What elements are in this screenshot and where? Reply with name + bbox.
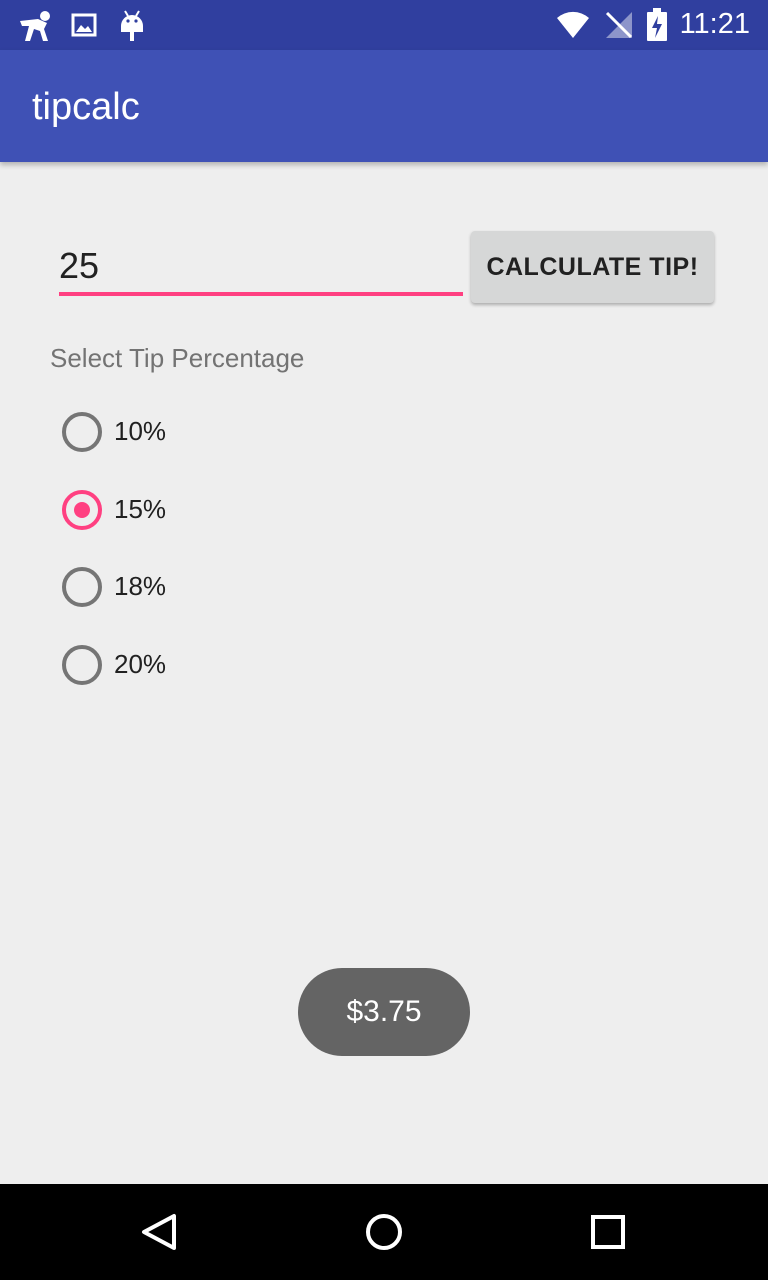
radio-option-18[interactable]: 18% bbox=[60, 565, 360, 613]
app-bar: tipcalc bbox=[0, 50, 768, 162]
radio-option-label: 15% bbox=[114, 494, 167, 524]
android-notification-icon bbox=[119, 9, 145, 48]
app-title: tipcalc bbox=[32, 86, 140, 128]
calculate-tip-button[interactable]: CALCULATE TIP! bbox=[471, 231, 714, 303]
status-bar: 11:21 bbox=[0, 0, 768, 50]
home-icon[interactable] bbox=[360, 1208, 408, 1256]
recents-icon[interactable] bbox=[584, 1208, 632, 1256]
bill-amount-input[interactable] bbox=[59, 240, 463, 296]
radio-option-20[interactable]: 20% bbox=[60, 643, 360, 691]
back-icon[interactable] bbox=[136, 1208, 184, 1256]
radio-button-icon bbox=[62, 567, 102, 607]
image-notification-icon bbox=[71, 13, 97, 42]
radio-option-label: 10% bbox=[114, 416, 167, 446]
radio-option-label: 20% bbox=[114, 649, 167, 679]
radio-button-icon bbox=[62, 645, 102, 685]
radio-option-10[interactable]: 10% bbox=[60, 410, 360, 458]
wifi-icon bbox=[555, 10, 591, 45]
radio-option-15[interactable]: 15% bbox=[60, 488, 360, 536]
radio-dot bbox=[74, 502, 90, 518]
battery-charging-icon bbox=[646, 8, 668, 47]
tip-percentage-label: Select Tip Percentage bbox=[50, 343, 305, 373]
status-time: 11:21 bbox=[679, 8, 750, 40]
radio-button-checked-icon bbox=[62, 490, 102, 530]
no-signal-icon bbox=[604, 10, 634, 45]
radio-option-label: 18% bbox=[114, 571, 167, 601]
radio-button-icon bbox=[62, 412, 102, 452]
navigation-bar bbox=[0, 1184, 768, 1280]
runner-notification-icon bbox=[18, 9, 54, 48]
tip-result-toast: $3.75 bbox=[298, 968, 470, 1056]
